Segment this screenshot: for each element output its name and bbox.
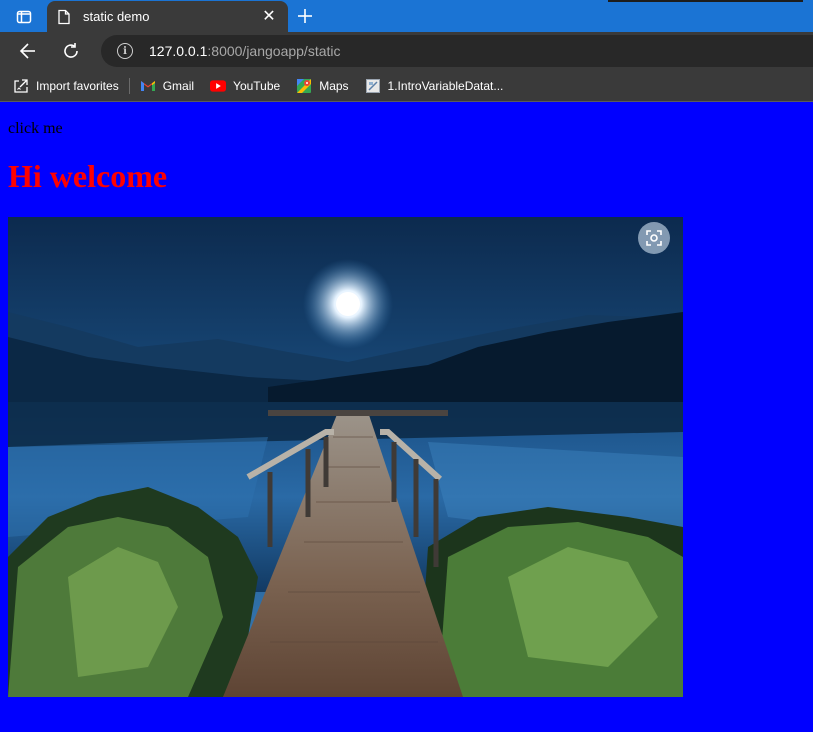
bookmark-separator xyxy=(128,77,130,94)
tab-strip-edge xyxy=(608,0,803,2)
visual-search-button[interactable] xyxy=(638,222,670,254)
page-icon xyxy=(365,78,381,94)
plus-icon xyxy=(298,9,312,23)
site-info-icon[interactable]: i xyxy=(117,43,133,59)
gmail-icon xyxy=(140,78,156,94)
bookmark-youtube[interactable]: YouTube xyxy=(210,78,280,94)
reload-icon xyxy=(64,43,78,58)
bookmark-maps[interactable]: Maps xyxy=(296,78,349,94)
back-button[interactable] xyxy=(14,37,42,65)
bookmark-intro-variable[interactable]: 1.IntroVariableDatat... xyxy=(365,78,504,94)
bookmark-label: 1.IntroVariableDatat... xyxy=(387,78,504,93)
close-tab-icon[interactable]: ✕ xyxy=(260,8,278,25)
page-heading: Hi welcome xyxy=(8,158,168,194)
address-path: :8000/jangoapp/static xyxy=(207,43,341,59)
active-tab[interactable]: static demo ✕ xyxy=(47,1,288,32)
bookmark-gmail[interactable]: Gmail xyxy=(140,78,194,94)
address-host: 127.0.0.1 xyxy=(149,43,208,59)
tab-actions-button[interactable] xyxy=(10,5,38,29)
tab-strip: static demo ✕ xyxy=(0,0,813,32)
document-icon xyxy=(57,9,71,25)
page-content: click me Hi welcome xyxy=(0,103,813,732)
new-tab-button[interactable] xyxy=(293,4,317,28)
bookmarks-bar: Import favorites Gmail YouTube Maps 1.In… xyxy=(0,70,813,102)
youtube-icon xyxy=(210,78,227,94)
reload-button[interactable] xyxy=(57,37,85,65)
bookmark-label: Import favorites xyxy=(36,78,119,93)
address-bar[interactable]: i 127.0.0.1:8000/jangoapp/static xyxy=(101,35,813,67)
moonlit-lake-pier-photo xyxy=(8,217,683,697)
import-favorites-icon xyxy=(13,78,29,94)
maps-icon xyxy=(296,78,312,94)
tab-actions-icon xyxy=(16,10,32,24)
tab-title: static demo xyxy=(83,9,150,24)
bookmark-label: Maps xyxy=(319,78,349,93)
bookmark-label: YouTube xyxy=(233,78,281,93)
browser-toolbar: i 127.0.0.1:8000/jangoapp/static xyxy=(0,32,813,70)
visual-search-icon xyxy=(646,230,662,246)
bookmark-import-favorites[interactable]: Import favorites xyxy=(13,78,119,94)
arrow-left-icon xyxy=(19,43,35,59)
bookmark-label: Gmail xyxy=(162,78,195,93)
click-me-link[interactable]: click me xyxy=(8,120,63,138)
